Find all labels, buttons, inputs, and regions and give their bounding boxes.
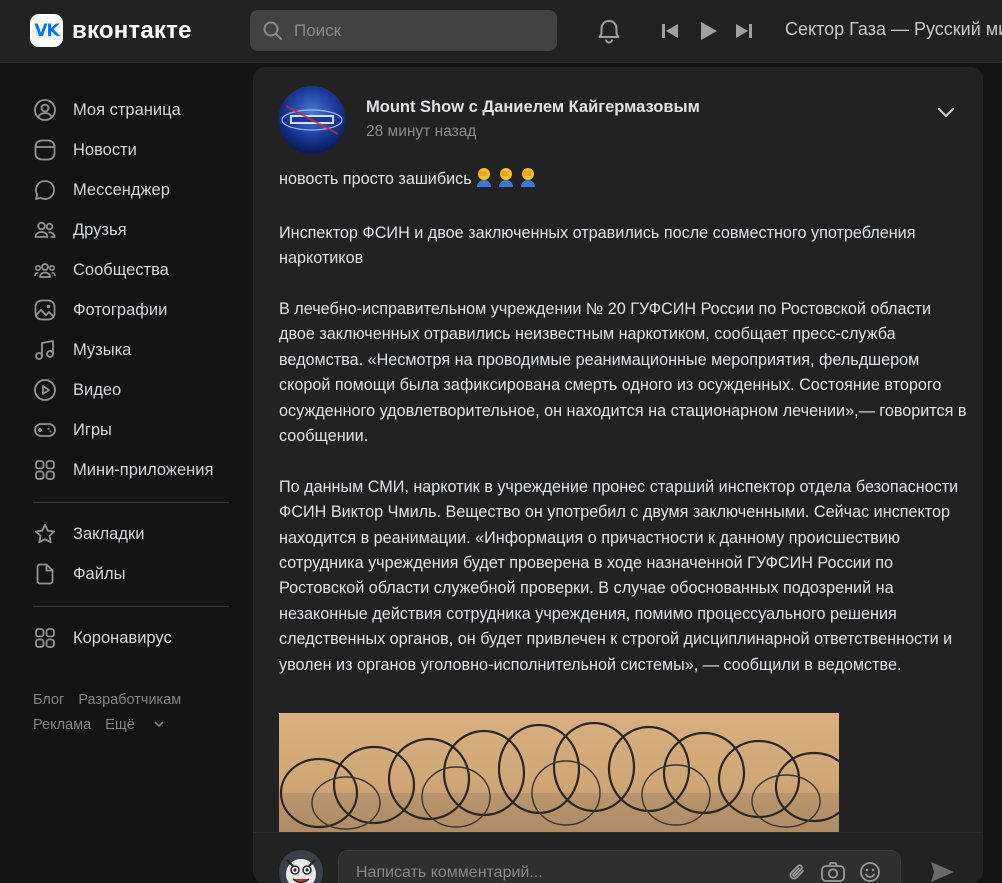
- sidebar-divider: [33, 502, 229, 503]
- facepalm-emoji-icon: [518, 167, 538, 195]
- sidebar-item-video[interactable]: Видео: [33, 370, 233, 410]
- sidebar-item-label: Видео: [73, 380, 122, 399]
- search-icon: [263, 21, 282, 40]
- search-box[interactable]: [250, 10, 557, 51]
- sidebar-item-games[interactable]: Игры: [33, 410, 233, 450]
- left-sidebar: Моя страница Новости Мессенджер Друзья С…: [0, 64, 245, 883]
- sidebar-item-news[interactable]: Новости: [33, 130, 233, 170]
- apps-icon: [33, 458, 57, 482]
- comment-bar: [253, 832, 983, 883]
- post-time[interactable]: 28 минут назад: [366, 123, 476, 141]
- post-body: новость просто зашибись Инспектор ФСИН и…: [279, 167, 969, 703]
- post-paragraph: В лечебно-исправительном учреждении № 20…: [279, 300, 967, 446]
- post-card: Mount Show с Даниелем Кайгермазовым 28 м…: [253, 67, 983, 883]
- bell-icon[interactable]: [595, 17, 623, 45]
- gamepad-icon: [33, 418, 57, 442]
- post-photo-barbed-wire[interactable]: [279, 713, 839, 833]
- apps-icon: [33, 626, 57, 650]
- sidebar-item-label: Мини-приложения: [73, 460, 214, 479]
- sidebar-item-bookmarks[interactable]: Закладки: [33, 514, 233, 554]
- file-icon: [33, 562, 57, 586]
- sidebar-item-music[interactable]: Музыка: [33, 330, 233, 370]
- post-paragraph: новость просто зашибись: [279, 167, 969, 195]
- comment-input-box[interactable]: [338, 850, 901, 883]
- sidebar-item-label: Фотографии: [73, 300, 168, 319]
- sidebar-item-label: Новости: [73, 140, 137, 159]
- camera-icon[interactable]: [820, 861, 846, 883]
- sidebar-item-mini-apps[interactable]: Мини-приложения: [33, 450, 233, 490]
- friends-icon: [33, 218, 57, 242]
- now-playing-track[interactable]: Сектор Газа — Русский мир: [785, 19, 1002, 40]
- sidebar-item-label: Закладки: [73, 524, 145, 543]
- vk-logo-icon: VK: [30, 14, 63, 47]
- sidebar-item-my-page[interactable]: Моя страница: [33, 90, 233, 130]
- message-icon: [33, 178, 57, 202]
- comment-input[interactable]: [356, 864, 756, 882]
- post-intro: новость просто зашибись: [279, 170, 472, 188]
- user-circle-icon: [33, 98, 57, 122]
- sidebar-item-friends[interactable]: Друзья: [33, 210, 233, 250]
- footer-link-more[interactable]: Ещё: [105, 717, 165, 733]
- facepalm-emoji-icon: [496, 167, 516, 195]
- sidebar-item-label: Музыка: [73, 340, 132, 359]
- post-paragraph: По данным СМИ, наркотик в учреждение про…: [279, 477, 959, 674]
- current-user-avatar[interactable]: [279, 850, 323, 883]
- facepalm-emoji-icon: [474, 167, 494, 195]
- chevron-down-icon[interactable]: [935, 101, 957, 128]
- photo-icon: [33, 298, 57, 322]
- footer-more-label: Ещё: [105, 717, 135, 733]
- sidebar-item-label: Коронавирус: [73, 628, 172, 647]
- post-headline: Инспектор ФСИН и двое заключенных отрави…: [279, 223, 916, 268]
- chevron-down-icon: [154, 721, 164, 728]
- vk-logo[interactable]: VK вконтакте: [30, 14, 192, 47]
- attach-icon[interactable]: [786, 861, 808, 883]
- footer-link-ads[interactable]: Реклама: [33, 717, 91, 733]
- sidebar-item-photos[interactable]: Фотографии: [33, 290, 233, 330]
- nav-list: Моя страница Новости Мессенджер Друзья С…: [33, 90, 233, 658]
- sidebar-item-label: Файлы: [73, 564, 126, 583]
- sidebar-item-label: Моя страница: [73, 100, 181, 119]
- news-icon: [33, 138, 57, 162]
- sidebar-item-files[interactable]: Файлы: [33, 554, 233, 594]
- sidebar-item-messenger[interactable]: Мессенджер: [33, 170, 233, 210]
- post-author-name[interactable]: Mount Show с Даниелем Кайгермазовым: [366, 98, 700, 117]
- video-icon: [33, 378, 57, 402]
- sidebar-divider: [33, 606, 229, 607]
- star-icon: [33, 522, 57, 546]
- sidebar-item-label: Игры: [73, 420, 112, 439]
- sidebar-item-coronavirus[interactable]: Коронавирус: [33, 618, 233, 658]
- play-icon[interactable]: [697, 20, 719, 42]
- logo-text: вконтакте: [72, 16, 192, 44]
- sidebar-item-label: Сообщества: [73, 260, 169, 279]
- footer-link-blog[interactable]: Блог: [33, 692, 64, 708]
- previous-track-icon[interactable]: [660, 21, 680, 41]
- top-header: VK вконтакте Сектор Газа — Русский мир: [0, 0, 1002, 63]
- sidebar-item-label: Друзья: [73, 220, 127, 239]
- next-track-icon[interactable]: [734, 21, 754, 41]
- author-avatar[interactable]: [278, 86, 346, 154]
- sidebar-item-label: Мессенджер: [73, 180, 170, 199]
- send-icon[interactable]: [928, 859, 956, 883]
- footer-link-developers[interactable]: Разработчикам: [78, 692, 181, 708]
- sidebar-footer-links: Блог Разработчикам Реклама Ещё: [33, 688, 243, 738]
- music-icon: [33, 338, 57, 362]
- sidebar-item-communities[interactable]: Сообщества: [33, 250, 233, 290]
- emoji-smile-icon[interactable]: [859, 861, 881, 883]
- search-input[interactable]: [294, 20, 534, 41]
- communities-icon: [33, 258, 57, 282]
